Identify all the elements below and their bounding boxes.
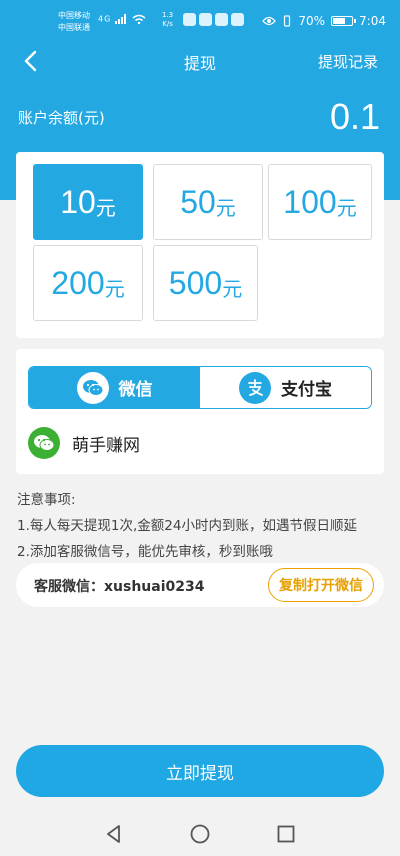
- amount-option-500[interactable]: 500 元: [153, 245, 258, 321]
- clock: 7:04: [359, 14, 386, 28]
- status-right: 70% 7:04: [262, 14, 386, 28]
- carrier-info: 中国移动 中国联通: [58, 10, 90, 34]
- alipay-icon: [239, 371, 271, 404]
- notification-icons: [183, 13, 244, 26]
- payout-account-row: 萌手赚网: [28, 427, 140, 459]
- battery-icon: [331, 16, 357, 26]
- notes-title: 注意事项:: [17, 492, 76, 508]
- withdraw-record-link[interactable]: 提现记录: [318, 51, 378, 72]
- app-notification-icon: [215, 13, 228, 26]
- amount-option-200[interactable]: 200 元: [33, 245, 143, 321]
- service-wechat-id: 客服微信：xushuai0234: [34, 579, 205, 595]
- wechat-label: 微信: [118, 380, 153, 400]
- eye-icon: [262, 16, 277, 26]
- wechat-pay-option[interactable]: 微信: [29, 367, 200, 408]
- copy-open-wechat-button[interactable]: 复制打开微信: [268, 568, 374, 602]
- system-recents-button[interactable]: [274, 822, 298, 846]
- amount-option-10[interactable]: 10 元: [33, 164, 143, 240]
- withdraw-now-button[interactable]: 立即提现: [16, 745, 384, 797]
- triangle-back-icon: [107, 825, 120, 843]
- system-home-button[interactable]: [188, 822, 212, 846]
- balance-label: 账户余额(元): [18, 109, 105, 127]
- amount-option-100[interactable]: 100 元: [268, 164, 372, 240]
- wifi-icon: [132, 14, 146, 25]
- notes-line-1: 1.每人每天提现1次,金额24小时内到账，如遇节假日顺延: [17, 518, 357, 534]
- balance-value: 0.1: [329, 96, 380, 137]
- signal-icon: [114, 14, 126, 24]
- payment-method-card: 微信 支付宝 萌手赚网: [16, 349, 384, 474]
- alipay-option[interactable]: 支付宝: [200, 367, 371, 408]
- battery-percent: 70%: [298, 14, 326, 28]
- system-back-button[interactable]: [102, 822, 126, 846]
- notes-section: 注意事项: 1.每人每天提现1次,金额24小时内到账，如遇节假日顺延 2.添加客…: [17, 487, 357, 565]
- vibrate-icon: [284, 15, 291, 27]
- network-speed: 1.3 K/s: [162, 11, 174, 28]
- system-nav-bar: [0, 810, 400, 856]
- battery-level: [333, 18, 345, 24]
- app-notification-icon: [231, 13, 244, 26]
- customer-service-bar: 客服微信：xushuai0234 复制打开微信: [16, 563, 384, 607]
- alipay-label: 支付宝: [281, 380, 332, 400]
- carrier-2: 中国联通: [58, 23, 90, 32]
- notes-line-2: 2.添加客服微信号，能优先审核，秒到账哦: [17, 544, 273, 560]
- app-notification-icon: [183, 13, 196, 26]
- square-recents-icon: [277, 825, 295, 843]
- app-notification-icon: [199, 13, 212, 26]
- network-type: 4G: [98, 14, 146, 25]
- account-name: 萌手赚网: [72, 435, 140, 456]
- payment-method-switch: 微信 支付宝: [28, 366, 372, 409]
- amount-option-50[interactable]: 50 元: [153, 164, 263, 240]
- nav-bar: 提现 提现记录: [0, 44, 400, 78]
- carrier-1: 中国移动: [58, 11, 90, 20]
- wechat-icon: [76, 371, 109, 404]
- amount-options-card: 10 元 50 元 100 元 200 元 500 元: [16, 152, 384, 338]
- wechat-logo-icon: [28, 427, 60, 459]
- status-bar: 中国移动 中国联通 4G 1.3 K/s 70% 7:04: [0, 0, 400, 44]
- circle-home-icon: [190, 824, 210, 844]
